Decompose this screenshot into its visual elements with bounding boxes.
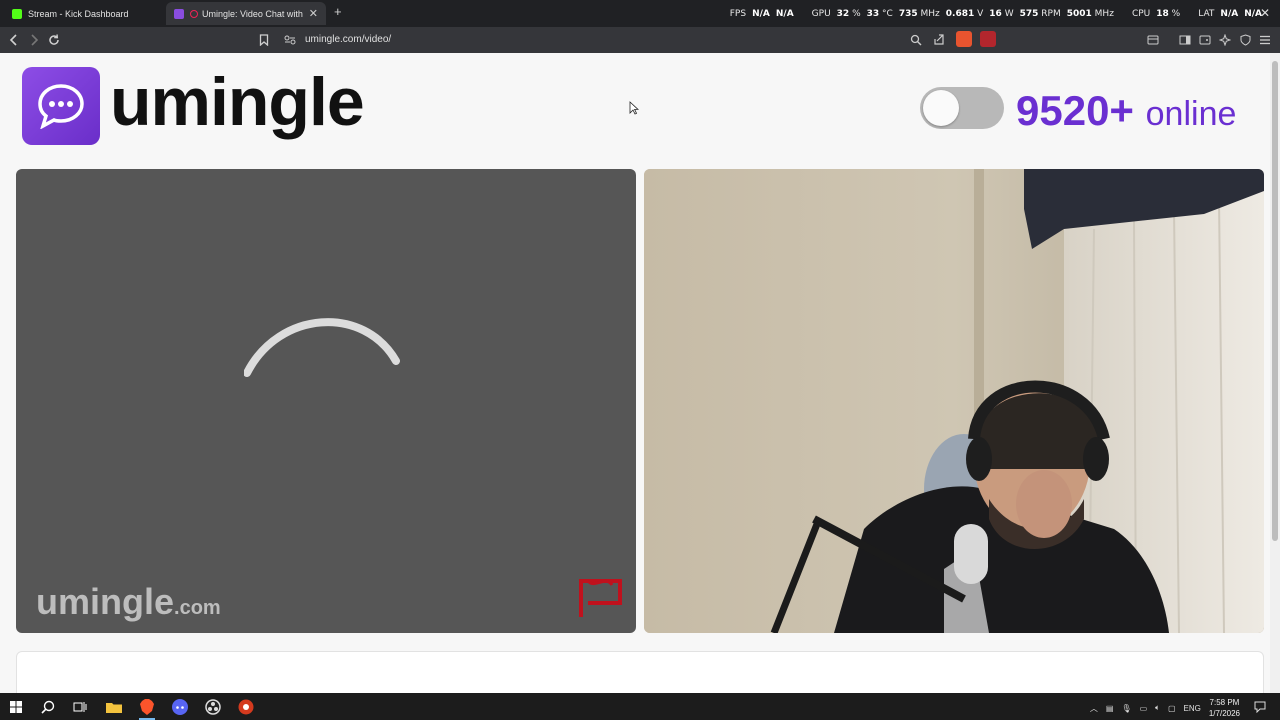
tab-kick-dashboard[interactable]: Stream - Kick Dashboard bbox=[4, 2, 164, 25]
streaming-app-icon[interactable] bbox=[235, 697, 257, 717]
wallet-icon[interactable] bbox=[1145, 32, 1161, 48]
watermark-name: umingle bbox=[36, 581, 175, 622]
performance-overlay: FPS N/A N/A GPU 32 % 33 °C 735 MHz 0.681… bbox=[730, 9, 1262, 19]
toggle-knob bbox=[923, 90, 959, 126]
clock[interactable]: 7:58 PM 1/7/2026 bbox=[1209, 697, 1240, 719]
osd-fps-value: N/A bbox=[752, 9, 770, 19]
obs-app-icon[interactable] bbox=[202, 697, 224, 717]
osd-gpu-power: 16 W bbox=[989, 9, 1014, 19]
osd-gpu-clock: 735 MHz bbox=[898, 9, 940, 19]
online-counter: 9520+ online bbox=[1016, 87, 1236, 135]
zoom-icon[interactable] bbox=[908, 32, 924, 48]
leo-ai-icon[interactable] bbox=[1217, 32, 1233, 48]
page-content: umingle 9520+ online umingle.com bbox=[0, 53, 1280, 693]
osd-gpu-rpm: 575 RPM bbox=[1019, 9, 1061, 19]
browser-toolbar: umingle.com/video/ bbox=[0, 27, 1280, 53]
back-icon[interactable] bbox=[6, 32, 22, 48]
menu-icon[interactable] bbox=[1257, 32, 1273, 48]
osd-lat-value: N/A bbox=[1220, 9, 1239, 19]
clock-date: 1/7/2026 bbox=[1208, 709, 1240, 718]
recording-dot-icon bbox=[190, 9, 198, 18]
clock-time: 7:58 PM bbox=[1209, 698, 1240, 707]
self-video-panel bbox=[644, 169, 1264, 633]
address-bar[interactable]: umingle.com/video/ bbox=[280, 30, 1000, 50]
brave-browser-icon[interactable] bbox=[136, 697, 158, 720]
umingle-logo-icon[interactable] bbox=[22, 67, 100, 145]
task-view-icon[interactable] bbox=[69, 697, 91, 717]
mouse-cursor-icon bbox=[629, 101, 639, 115]
osd-gpu-label: GPU bbox=[811, 9, 831, 19]
osd-cpu-usage: 18 % bbox=[1156, 9, 1181, 19]
system-tray: ︿ ▤ 🎙︎ ▭ 🔈︎ ▢ ENG 7:58 PM 1/7/2026 bbox=[1090, 697, 1266, 719]
window-close-icon[interactable]: ✕ bbox=[1260, 6, 1270, 20]
kick-favicon-icon bbox=[12, 8, 22, 19]
microphone-icon[interactable]: 🎙︎ bbox=[1121, 704, 1131, 713]
online-label: online bbox=[1145, 95, 1237, 133]
filter-toggle[interactable] bbox=[920, 87, 1004, 129]
reload-icon[interactable] bbox=[46, 32, 62, 48]
tab-close-icon[interactable]: ✕ bbox=[309, 7, 318, 20]
scrollbar-thumb[interactable] bbox=[1272, 61, 1278, 541]
sidebar-icon[interactable] bbox=[1177, 32, 1193, 48]
brave-rewards-icon[interactable] bbox=[980, 31, 996, 47]
online-count: 9520+ bbox=[1016, 87, 1134, 134]
notifications-icon[interactable] bbox=[1254, 701, 1266, 715]
tab-title: Stream - Kick Dashboard bbox=[28, 8, 129, 19]
page-scrollbar[interactable] bbox=[1270, 53, 1280, 693]
osd-gpu-usage: 32 % bbox=[836, 9, 861, 19]
osd-cpu-label: CPU bbox=[1131, 9, 1151, 19]
tray-overflow-icon[interactable]: ︿ bbox=[1090, 703, 1098, 714]
discord-app-icon[interactable] bbox=[169, 697, 191, 717]
share-icon[interactable] bbox=[931, 32, 947, 48]
stranger-video-panel: umingle.com bbox=[16, 169, 636, 633]
chat-box[interactable] bbox=[16, 651, 1264, 693]
umingle-watermark: umingle.com bbox=[36, 581, 221, 623]
new-tab-button[interactable]: + bbox=[334, 4, 342, 19]
speaker-device-icon[interactable]: ▢ bbox=[1168, 704, 1176, 713]
osd-fps-value-2: N/A bbox=[775, 9, 794, 19]
report-flag-icon[interactable] bbox=[576, 575, 626, 621]
umingle-favicon-icon bbox=[174, 8, 184, 19]
osd-fps-label: FPS bbox=[729, 9, 747, 19]
osd-gpu-volt: 0.681 V bbox=[945, 9, 984, 19]
network-icon[interactable]: ▭ bbox=[1140, 704, 1148, 713]
bookmark-icon[interactable] bbox=[256, 32, 272, 48]
wallet-panel-icon[interactable] bbox=[1197, 32, 1213, 48]
tray-app-icon[interactable]: ▤ bbox=[1106, 704, 1114, 713]
site-info-icon[interactable] bbox=[282, 32, 298, 48]
brand-name[interactable]: umingle bbox=[110, 63, 365, 141]
url-text: umingle.com/video/ bbox=[305, 34, 392, 45]
forward-icon[interactable] bbox=[26, 32, 42, 48]
tab-umingle[interactable]: Umingle: Video Chat with Stra ✕ bbox=[166, 2, 326, 25]
osd-lat-label: LAT bbox=[1198, 9, 1215, 19]
webcam-feed-image bbox=[644, 169, 1264, 633]
browser-tab-strip: Stream - Kick Dashboard Umingle: Video C… bbox=[0, 0, 1280, 27]
file-explorer-icon[interactable] bbox=[103, 697, 125, 717]
volume-icon[interactable]: 🔈︎ bbox=[1155, 703, 1160, 713]
loading-spinner-icon bbox=[244, 318, 400, 377]
search-icon[interactable] bbox=[37, 697, 59, 717]
osd-gpu-temp: 33 °C bbox=[866, 9, 893, 19]
windows-taskbar: ︿ ▤ 🎙︎ ▭ 🔈︎ ▢ ENG 7:58 PM 1/7/2026 bbox=[0, 693, 1280, 720]
vpn-shield-icon[interactable] bbox=[1237, 32, 1253, 48]
language-indicator[interactable]: ENG bbox=[1184, 704, 1201, 713]
tab-title: Umingle: Video Chat with Stra bbox=[202, 8, 305, 19]
start-windows-icon[interactable] bbox=[5, 697, 27, 717]
osd-gpu-mem: 5001 MHz bbox=[1066, 9, 1114, 19]
watermark-domain: .com bbox=[174, 597, 221, 619]
brave-shield-icon[interactable] bbox=[956, 31, 972, 47]
